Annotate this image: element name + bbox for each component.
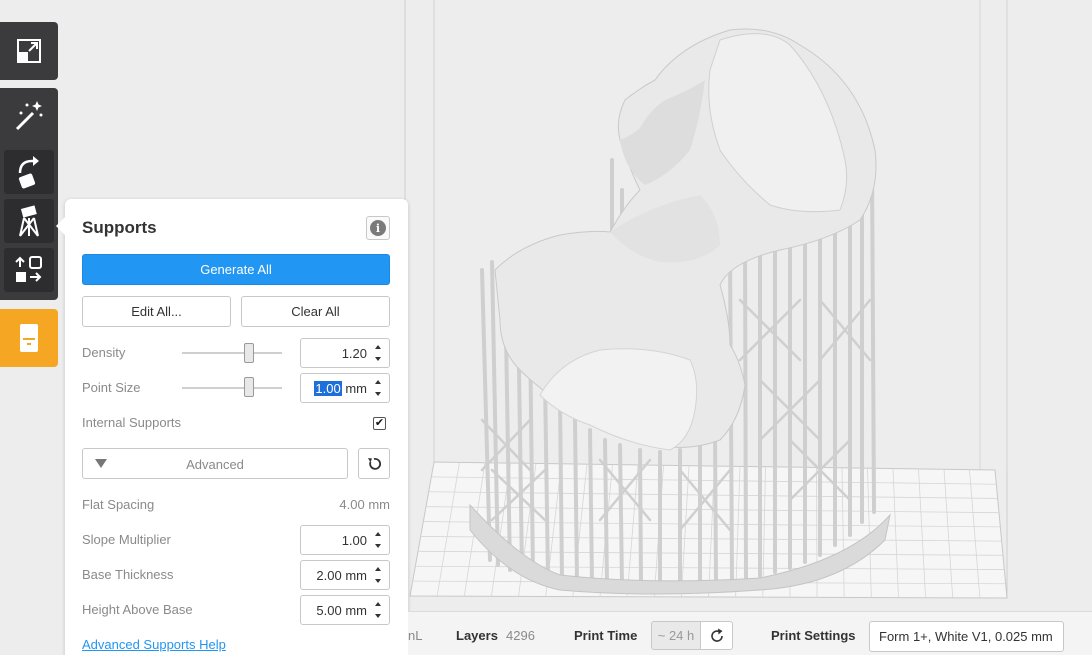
density-slider-handle[interactable]: [244, 343, 254, 363]
slope-multiplier-value: 1.00: [341, 533, 367, 548]
print-button[interactable]: [0, 309, 58, 367]
point-size-field[interactable]: 1.00 mm: [300, 373, 390, 403]
advanced-toggle[interactable]: Advanced: [82, 448, 348, 479]
density-label: Density: [82, 345, 126, 360]
layout-icon: [15, 256, 42, 282]
height-above-base-label: Height Above Base: [82, 602, 193, 617]
base-thickness-stepper[interactable]: [375, 566, 383, 584]
refresh-icon: [710, 628, 723, 642]
height-above-base-field[interactable]: 5.00 mm: [300, 595, 390, 625]
rotate-icon: [18, 156, 39, 189]
flat-spacing-value: 4.00 mm: [339, 497, 390, 512]
internal-supports-checkbox[interactable]: ✔: [373, 417, 386, 430]
base-thickness-value: 2.00 mm: [316, 568, 367, 583]
density-slider[interactable]: [182, 352, 282, 354]
edit-all-button[interactable]: Edit All...: [82, 296, 231, 327]
print-time-value: ~ 24 h: [651, 621, 701, 650]
info-icon: i: [370, 220, 386, 236]
reset-icon: [368, 457, 381, 470]
expand-icon: [17, 39, 41, 63]
panel-pointer: [56, 216, 66, 236]
layers-value: 4296: [506, 628, 535, 643]
advanced-supports-help-link[interactable]: Advanced Supports Help: [82, 637, 226, 652]
expand-view-button[interactable]: [4, 29, 54, 73]
slope-multiplier-field[interactable]: 1.00: [300, 525, 390, 555]
point-size-label: Point Size: [82, 380, 141, 395]
info-button[interactable]: i: [366, 216, 390, 240]
reset-button[interactable]: [358, 448, 390, 479]
point-size-value: 1.00 mm: [314, 381, 367, 396]
point-size-slider-handle[interactable]: [244, 377, 254, 397]
layout-button[interactable]: [4, 248, 54, 292]
checkmark-icon: ✔: [374, 417, 385, 429]
clear-all-button[interactable]: Clear All: [241, 296, 390, 327]
point-size-stepper[interactable]: [375, 379, 383, 397]
base-thickness-label: Base Thickness: [82, 567, 174, 582]
supports-icon: [19, 205, 39, 237]
height-above-base-value: 5.00 mm: [316, 603, 367, 618]
build-plate: [409, 461, 1008, 599]
point-size-slider[interactable]: [182, 387, 282, 389]
density-stepper[interactable]: [375, 344, 383, 362]
slope-multiplier-stepper[interactable]: [375, 531, 383, 549]
status-bar: nL Layers 4296 Print Time ~ 24 h Print S…: [408, 611, 1092, 655]
print-settings-field[interactable]: Form 1+, White V1, 0.025 mm: [869, 621, 1064, 652]
slope-multiplier-label: Slope Multiplier: [82, 532, 171, 547]
magic-wand-button[interactable]: [4, 93, 54, 137]
generate-all-button[interactable]: Generate All: [82, 254, 390, 285]
density-value: 1.20: [341, 346, 367, 361]
print-settings-label: Print Settings: [771, 628, 856, 643]
advanced-label: Advanced: [186, 457, 244, 472]
rotate-button[interactable]: [4, 150, 54, 194]
height-above-base-stepper[interactable]: [375, 601, 383, 619]
refresh-print-time-button[interactable]: [701, 621, 733, 650]
magic-wand-icon: [15, 101, 43, 131]
toolbar-group-view: [0, 22, 58, 80]
internal-supports-label: Internal Supports: [82, 415, 182, 430]
base-thickness-field[interactable]: 2.00 mm: [300, 560, 390, 590]
flat-spacing-label: Flat Spacing: [82, 497, 155, 512]
toolbar-group-tools: [0, 88, 58, 300]
panel-title: Supports: [82, 218, 157, 237]
print-time-label: Print Time: [574, 628, 638, 643]
printer-icon: [20, 324, 38, 352]
layers-label: Layers: [456, 628, 498, 643]
density-field[interactable]: 1.20: [300, 338, 390, 368]
supports-button[interactable]: [4, 199, 54, 243]
volume-value-fragment: nL: [408, 628, 423, 643]
supports-panel: Supports i Generate All Edit All... Clea…: [56, 199, 408, 655]
